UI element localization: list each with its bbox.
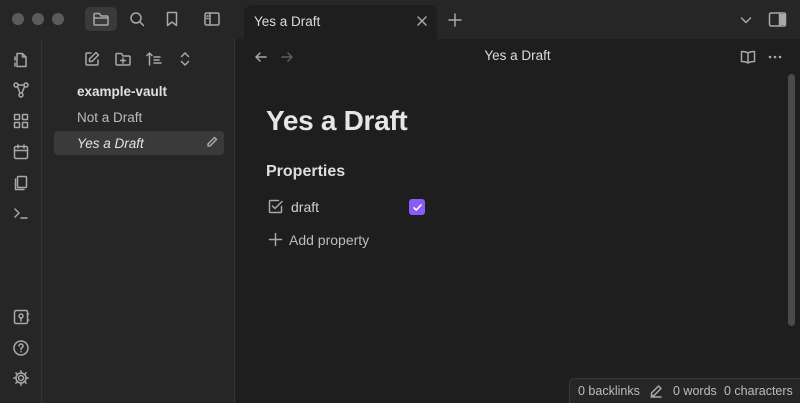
file-explorer-button[interactable] [85,7,117,31]
templates-icon [14,175,28,191]
note-title[interactable]: Yes a Draft [266,105,408,137]
expand-collapse-icon[interactable] [176,50,194,68]
editor-pane: Yes a Draft Yes a Draft Properties draft… [235,39,800,403]
vault-name[interactable]: example-vault [77,84,167,99]
file-item-label: Not a Draft [77,110,143,125]
files-switcher-icon [14,52,27,68]
bookmarks-button[interactable] [156,7,188,31]
graph-icon [13,82,29,98]
view-header-title[interactable]: Yes a Draft [235,48,800,63]
vault-icon [13,309,30,325]
window-close-button[interactable] [12,13,24,25]
editing-mode-icon[interactable] [649,384,663,398]
more-options-icon[interactable] [766,48,784,66]
quick-switcher-button[interactable] [12,51,30,69]
chevron-down-icon[interactable] [738,12,754,28]
file-item-not-a-draft[interactable]: Not a Draft [54,105,224,129]
status-backlinks[interactable]: 0 backlinks [578,384,640,398]
add-property-label: Add property [289,232,370,248]
property-row-draft: draft [266,196,436,218]
help-button[interactable] [12,339,30,357]
canvas-icon [13,113,29,129]
open-vault-button[interactable] [12,308,30,326]
command-palette-button[interactable] [12,204,30,222]
properties-heading[interactable]: Properties [266,163,345,181]
daily-note-button[interactable] [12,143,30,161]
canvas-button[interactable] [12,112,30,130]
tab-yes-a-draft[interactable]: Yes a Draft [244,5,437,39]
window-minimize-button[interactable] [32,13,44,25]
settings-icon [13,370,29,386]
file-explorer: example-vault Not a Draft Yes a Draft [42,39,235,403]
sidebar-toggle-icon [204,12,220,26]
file-item-label: Yes a Draft [77,136,144,151]
checkbox-type-icon[interactable] [267,198,284,215]
search-button[interactable] [121,7,153,31]
property-checkbox[interactable] [409,199,425,215]
status-word-count: 0 words [673,384,717,398]
templates-button[interactable] [12,174,30,192]
settings-button[interactable] [12,369,30,387]
bookmark-icon [166,11,178,27]
new-folder-icon[interactable] [114,50,132,68]
ribbon [0,39,42,403]
help-icon [13,340,29,356]
plus-icon [268,232,283,247]
property-name[interactable]: draft [291,199,319,215]
tab-title: Yes a Draft [254,14,321,29]
book-open-icon[interactable] [739,48,757,66]
sort-icon[interactable] [145,50,163,68]
right-sidebar-icon[interactable] [768,11,787,28]
edit-pencil-icon [207,136,218,147]
terminal-icon [14,208,28,219]
close-icon[interactable] [415,14,429,28]
calendar-icon [13,144,29,160]
status-character-count: 0 characters [724,384,793,398]
new-note-icon[interactable] [83,50,101,68]
title-bar: Yes a Draft [0,0,800,39]
folder-icon [93,12,109,26]
search-icon [130,12,145,27]
window-zoom-button[interactable] [52,13,64,25]
scrollbar[interactable] [788,74,795,326]
file-item-yes-a-draft[interactable]: Yes a Draft [54,131,224,155]
graph-view-button[interactable] [12,81,30,99]
check-icon [412,203,422,211]
status-bar: 0 backlinks 0 words 0 characters [569,378,800,403]
plus-icon[interactable] [447,12,463,28]
toggle-left-sidebar-button[interactable] [196,7,228,31]
